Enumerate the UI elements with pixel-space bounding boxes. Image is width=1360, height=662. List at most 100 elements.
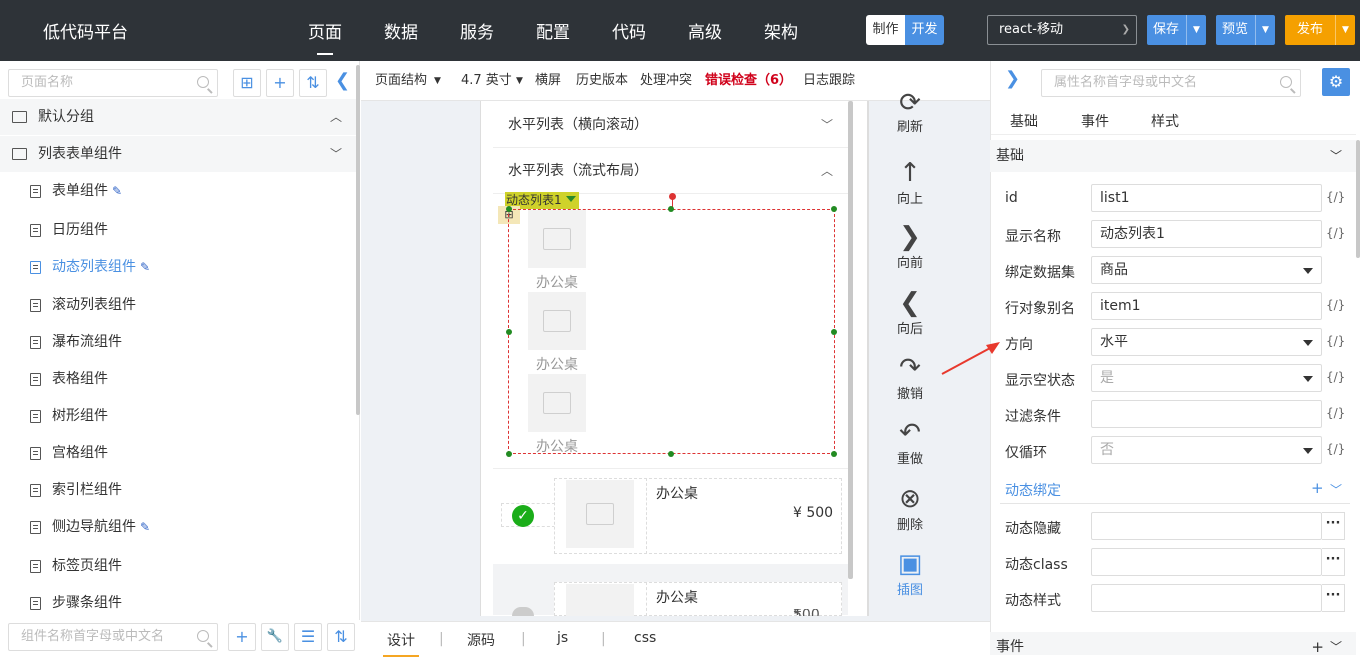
wrench-icon[interactable]: 🔧 (261, 623, 289, 651)
add-icon[interactable]: + (266, 69, 294, 97)
check-circle-icon[interactable] (512, 607, 534, 616)
display-name-field[interactable]: 动态列表1 (1091, 220, 1322, 248)
pencil-icon[interactable]: ✎ (112, 184, 122, 198)
refresh-tool[interactable]: ⟳ 刷新 (890, 88, 930, 135)
horizontal-scroll-row[interactable]: 水平列表（横向滚动） ﹀ (493, 102, 851, 148)
code-binding-icon[interactable]: {/} (1326, 226, 1345, 240)
component-item[interactable]: 树形组件 (30, 405, 108, 427)
rotate-handle[interactable] (669, 193, 676, 200)
dynamic-binding-title[interactable]: 动态绑定 (1005, 480, 1061, 500)
preview-button[interactable]: 预览 ▼ (1216, 15, 1275, 45)
resize-handle[interactable] (831, 329, 837, 335)
filter-field[interactable] (1091, 400, 1322, 428)
redo-tool[interactable]: ↶ 重做 (890, 418, 930, 467)
nav-config[interactable]: 配置 (536, 18, 570, 43)
property-search-input[interactable]: 属性名称首字母或中文名 (1041, 69, 1301, 97)
log-button[interactable]: 日志跟踪 (803, 61, 855, 101)
code-binding-icon[interactable]: {/} (1326, 334, 1345, 348)
resize-handle[interactable] (668, 206, 674, 212)
tab-design[interactable]: 设计 (383, 630, 419, 657)
code-binding-icon[interactable]: {/} (1326, 298, 1345, 312)
add-icon[interactable]: + (228, 623, 256, 651)
nav-page[interactable]: 页面 (308, 18, 342, 55)
expand-right-icon[interactable]: ❯ (1005, 68, 1020, 89)
component-search-input[interactable]: 组件名称首字母或中文名 (8, 623, 218, 651)
add-folder-icon[interactable]: ⊞ (233, 69, 261, 97)
tab-js[interactable]: js (557, 630, 568, 646)
tab-style[interactable]: 样式 (1151, 111, 1179, 131)
page-structure-button[interactable]: 页面结构 (375, 61, 427, 101)
gear-icon[interactable]: ⚙ (1322, 68, 1350, 96)
landscape-button[interactable]: 横屏 (535, 61, 561, 101)
error-check-button[interactable]: 错误检查（6） (705, 61, 792, 101)
left-scrollbar[interactable] (356, 65, 360, 415)
publish-button[interactable]: 发布 ▼ (1285, 15, 1355, 45)
resize-handle[interactable] (668, 451, 674, 457)
canvas-scrollbar[interactable] (848, 101, 853, 579)
move-up-tool[interactable]: ↑ 向上 (890, 158, 930, 207)
group-list-form[interactable]: 列表表单组件 ﹀ (0, 136, 356, 172)
tab-css[interactable]: css (634, 630, 656, 646)
caret-down-icon[interactable]: ▼ (434, 61, 441, 101)
sort-icon[interactable]: ⇅ (327, 623, 355, 651)
backward-tool[interactable]: ❮ 向后 (890, 288, 930, 337)
component-item[interactable]: 索引栏组件 (30, 479, 122, 501)
resize-handle[interactable] (506, 329, 512, 335)
section-basic[interactable]: 基础 ﹀ (990, 140, 1356, 172)
show-empty-select[interactable]: 是 (1091, 364, 1322, 392)
loop-only-select[interactable]: 否 (1091, 436, 1322, 464)
add-icon[interactable]: + (1311, 632, 1324, 662)
nav-data[interactable]: 数据 (384, 18, 418, 43)
flow-layout-row[interactable]: 水平列表（流式布局） ︿ (493, 148, 851, 194)
dataset-select[interactable]: 商品 (1091, 256, 1322, 284)
component-item[interactable]: 宫格组件 (30, 442, 108, 464)
tab-events[interactable]: 事件 (1081, 111, 1109, 131)
dynamic-hide-field[interactable] (1091, 512, 1322, 540)
check-circle-icon[interactable]: ✓ (512, 505, 534, 527)
mode-make-button[interactable]: 制作 (866, 15, 905, 45)
collapse-left-icon[interactable]: ❮ (335, 70, 350, 91)
forward-tool[interactable]: ❯ 向前 (890, 222, 930, 271)
dynamic-class-field[interactable] (1091, 548, 1322, 576)
tab-basic[interactable]: 基础 (1010, 111, 1038, 131)
caret-down-icon[interactable]: ▼ (1255, 15, 1275, 45)
pencil-icon[interactable]: ✎ (140, 260, 150, 274)
nav-architecture[interactable]: 架构 (764, 18, 798, 43)
resize-handle[interactable] (831, 451, 837, 457)
group-default[interactable]: 默认分组 ︿ (0, 99, 356, 135)
nav-code[interactable]: 代码 (612, 18, 646, 43)
device-size-select[interactable]: 4.7 英寸 (461, 61, 512, 101)
component-item[interactable]: 侧边导航组件 ✎ (30, 516, 150, 538)
undo-tool[interactable]: ↷ 撤销 (890, 353, 930, 402)
insert-image-tool[interactable]: ▣ 插图 (890, 549, 930, 598)
dynamic-style-field[interactable] (1091, 584, 1322, 612)
caret-down-icon[interactable]: ▼ (1186, 15, 1206, 45)
delete-tool[interactable]: ⊗ 删除 (890, 484, 930, 533)
component-item[interactable]: 表单组件 ✎ (30, 180, 122, 202)
row-alias-field[interactable]: item1 (1091, 292, 1322, 320)
code-binding-icon[interactable]: {/} (1326, 370, 1345, 384)
component-item[interactable]: 步骤条组件 (30, 592, 122, 614)
resize-handle[interactable] (831, 206, 837, 212)
code-binding-icon[interactable]: {/} (1326, 442, 1345, 456)
code-binding-icon[interactable]: {/} (1326, 190, 1345, 204)
history-button[interactable]: 历史版本 (576, 61, 628, 101)
pencil-icon[interactable]: ✎ (140, 520, 150, 534)
component-item[interactable]: 日历组件 (30, 219, 108, 241)
caret-down-icon[interactable]: ▼ (516, 61, 523, 101)
more-icon[interactable]: ··· (1322, 548, 1345, 576)
code-binding-icon[interactable]: {/} (1326, 406, 1345, 420)
component-item[interactable]: 表格组件 (30, 368, 108, 390)
page-search-input[interactable]: 页面名称 (8, 69, 218, 97)
id-field[interactable]: list1 (1091, 184, 1322, 212)
chevron-down-icon[interactable]: ﹀ (1330, 481, 1342, 498)
direction-select[interactable]: 水平 (1091, 328, 1322, 356)
caret-down-icon[interactable]: ▼ (1335, 15, 1355, 45)
resize-handle[interactable] (506, 206, 512, 212)
resize-handle[interactable] (506, 451, 512, 457)
add-icon[interactable]: + (1311, 479, 1324, 497)
right-scrollbar[interactable] (1356, 140, 1360, 258)
component-item[interactable]: 瀑布流组件 (30, 331, 122, 353)
component-item-active[interactable]: 动态列表组件 ✎ (30, 256, 150, 278)
nav-advanced[interactable]: 高级 (688, 18, 722, 43)
